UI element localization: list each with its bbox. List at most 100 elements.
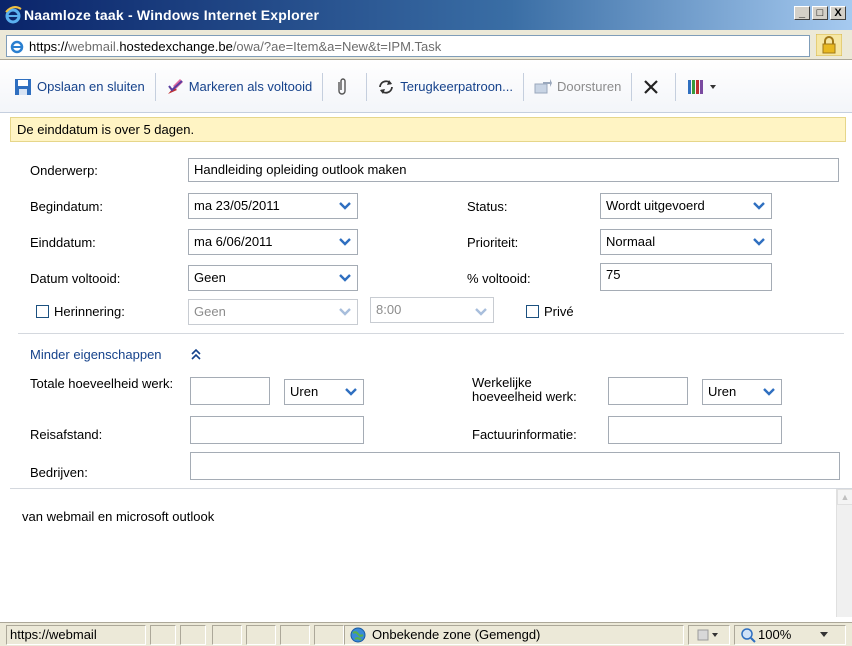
info-bar: De einddatum is over 5 dagen. (10, 117, 846, 142)
forward-icon (534, 78, 552, 93)
total-work-unit-value: Uren (290, 384, 319, 399)
priority-label: Prioriteit: (467, 235, 519, 250)
status-select[interactable]: Wordt uitgevoerd (600, 193, 772, 219)
task-body-editor[interactable]: van webmail en microsoft outlook ▲ (10, 488, 852, 617)
internet-explorer-icon (5, 6, 22, 24)
url-prefix: webmail. (68, 38, 120, 54)
priority-value: Normaal (606, 234, 656, 249)
status-cell (212, 625, 242, 645)
page-icon (10, 40, 24, 54)
toolbar-separator (366, 72, 368, 101)
billing-label: Factuurinformatie: (472, 427, 577, 442)
section-divider (18, 333, 844, 334)
forward-label: Doorsturen (556, 79, 622, 94)
chevron-down-icon (753, 238, 765, 246)
maximize-button[interactable]: □ (812, 6, 828, 20)
security-zone-label: Onbekende zone (Gemengd) (372, 627, 541, 642)
mileage-label: Reisafstand: (30, 427, 103, 442)
due-date-label: Einddatum: (30, 235, 96, 250)
status-cell (314, 625, 344, 645)
reminder-date-select[interactable]: Geen (188, 299, 358, 325)
companies-input[interactable] (190, 452, 840, 480)
attach-button[interactable] (327, 72, 362, 102)
due-date-value: ma 6/06/2011 (194, 234, 273, 249)
total-work-input[interactable] (190, 377, 270, 405)
mark-complete-label: Markeren als voltooid (188, 79, 313, 94)
start-date-select[interactable]: ma 23/05/2011 (188, 193, 358, 219)
percent-complete-input[interactable]: 75 (600, 263, 772, 291)
total-work-unit-select[interactable]: Uren (284, 379, 364, 405)
toolbar-separator (631, 72, 633, 101)
recurrence-icon (379, 79, 394, 94)
subject-input[interactable]: Handleiding opleiding outlook maken (188, 158, 839, 182)
mark-complete-icon (167, 78, 183, 94)
billing-input[interactable] (608, 416, 782, 444)
completed-date-label: Datum voltooid: (30, 271, 121, 286)
chevron-down-icon (339, 308, 351, 316)
save-and-close-button[interactable]: Opslaan en sluiten (8, 72, 151, 102)
completed-date-value: Geen (194, 270, 226, 285)
toolbar-separator (675, 72, 677, 101)
zoom-level: 100% (758, 627, 792, 642)
vertical-scrollbar[interactable]: ▲ (836, 489, 852, 617)
due-date-select[interactable]: ma 6/06/2011 (188, 229, 358, 255)
delete-button[interactable] (636, 72, 671, 102)
chevron-down-icon (339, 238, 351, 246)
percent-complete-label: % voltooid: (467, 271, 531, 286)
url-path: /owa/?ae=Item&a=New&t=IPM.Task (232, 38, 442, 54)
status-cell (246, 625, 276, 645)
chevron-down-icon (339, 202, 351, 210)
close-window-button[interactable]: X (830, 6, 846, 20)
status-cell (150, 625, 176, 645)
fewer-properties-link[interactable]: Minder eigenschappen (30, 347, 162, 362)
address-field[interactable]: https://webmail. hostedexchange.be/owa/?a… (6, 35, 810, 57)
scroll-up-icon[interactable]: ▲ (837, 489, 852, 505)
total-work-label: Totale hoeveelheid werk: (30, 376, 174, 391)
zoom-icon (741, 628, 756, 643)
status-cell (180, 625, 206, 645)
actual-work-unit-value: Uren (708, 384, 737, 399)
actual-work-input[interactable] (608, 377, 688, 405)
mileage-input[interactable] (190, 416, 364, 444)
lock-icon[interactable] (816, 34, 842, 56)
address-bar: https://webmail. hostedexchange.be/owa/?a… (0, 30, 852, 60)
toolbar: Opslaan en sluiten Markeren als voltooid… (0, 61, 852, 113)
status-value: Wordt uitgevoerd (606, 198, 705, 213)
save-icon (15, 78, 31, 95)
companies-label: Bedrijven: (30, 465, 88, 480)
chevron-down-icon[interactable] (820, 632, 828, 638)
globe-icon (350, 627, 366, 643)
recurrence-label: Terugkeerpatroon... (400, 79, 513, 94)
collapse-chevron-icon[interactable] (190, 347, 202, 361)
forward-button[interactable]: Doorsturen (528, 72, 627, 102)
window-titlebar[interactable]: Naamloze taak - Windows Internet Explore… (0, 0, 852, 30)
start-date-label: Begindatum: (30, 199, 103, 214)
status-url: https://webmail (10, 627, 97, 642)
reminder-time-select[interactable]: 8:00 (370, 297, 494, 323)
subject-label: Onderwerp: (30, 163, 98, 178)
priority-select[interactable]: Normaal (600, 229, 772, 255)
chevron-down-icon (475, 308, 487, 316)
status-cell (280, 625, 310, 645)
close-icon (644, 79, 659, 94)
chevron-down-icon (753, 202, 765, 210)
private-checkbox[interactable] (526, 305, 539, 318)
window-title: Naamloze taak - Windows Internet Explore… (24, 7, 320, 23)
reminder-time-value: 8:00 (376, 302, 402, 317)
lock-dropdown-icon[interactable] (696, 628, 720, 642)
categories-button[interactable] (680, 72, 723, 102)
reminder-label: Herinnering: (54, 304, 125, 319)
toolbar-separator (154, 72, 156, 101)
actual-work-unit-select[interactable]: Uren (702, 379, 782, 405)
recurrence-button[interactable]: Terugkeerpatroon... (371, 72, 519, 102)
chevron-down-icon (763, 388, 775, 396)
reminder-checkbox[interactable] (36, 305, 49, 318)
completed-date-select[interactable]: Geen (188, 265, 358, 291)
minimize-button[interactable]: _ (794, 6, 810, 20)
body-text: van webmail en microsoft outlook (22, 509, 215, 524)
toolbar-separator (322, 72, 324, 101)
private-label: Privé (544, 304, 574, 319)
mark-complete-button[interactable]: Markeren als voltooid (160, 72, 319, 102)
url-protocol: https:// (29, 38, 69, 54)
start-date-value: ma 23/05/2011 (194, 198, 280, 213)
